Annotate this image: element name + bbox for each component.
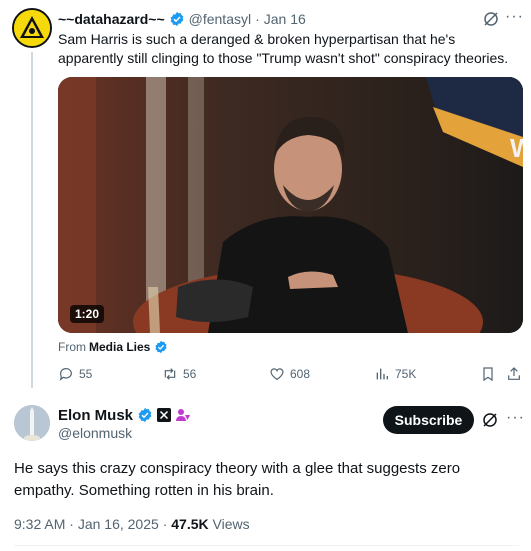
share-icon	[508, 367, 520, 380]
share-button[interactable]	[506, 366, 522, 382]
original-post-text: Sam Harris is such a deranged & broken h…	[58, 31, 509, 66]
bookmark-button[interactable]	[480, 366, 496, 382]
reply-count: 55	[79, 367, 93, 381]
like-button[interactable]: 608	[269, 366, 310, 382]
video-player[interactable]: W	[58, 77, 523, 333]
views-button[interactable]: 75K	[374, 366, 416, 382]
verified-badge-icon	[170, 12, 183, 26]
heart-icon	[270, 368, 284, 381]
repost-icon	[164, 368, 176, 380]
divider	[14, 545, 519, 546]
more-options-icon[interactable]: ···	[505, 8, 524, 26]
separator-dot: ·	[69, 516, 78, 532]
reply-icon	[59, 368, 72, 381]
repost-count: 56	[183, 367, 197, 381]
more-options-icon[interactable]: ···	[506, 409, 525, 427]
views-total: 47.5K	[171, 516, 209, 532]
grok-icon[interactable]	[481, 411, 499, 429]
source-attribution[interactable]: From Media Lies	[58, 340, 172, 354]
views-label: Views	[212, 516, 250, 532]
x-affiliation-icon[interactable]	[157, 408, 172, 422]
author-name[interactable]: ~~datahazard~~	[58, 11, 165, 27]
post-metadata: 9:32 AM · Jan 16, 2025 · 47.5K Views	[14, 516, 250, 532]
post-action-bar: 55 56 608 75K	[58, 366, 528, 386]
author-handle[interactable]: @fentasyl	[189, 11, 251, 27]
main-author-handle[interactable]: @elonmusk	[58, 425, 132, 441]
thread-connector-line	[31, 52, 33, 388]
video-thumbnail: W	[58, 77, 523, 333]
post-date[interactable]: Jan 16	[264, 11, 306, 27]
original-post[interactable]: ~~datahazard~~ @fentasyl · Jan 16 ··· Sa…	[0, 0, 531, 398]
separator-dot: ·	[162, 516, 172, 532]
verified-badge-icon	[138, 408, 152, 422]
grok-icon[interactable]	[482, 10, 500, 28]
main-author-name[interactable]: Elon Musk	[58, 407, 133, 424]
views-count: 75K	[395, 367, 417, 381]
government-badge-icon	[176, 409, 191, 421]
like-count: 608	[290, 367, 311, 381]
video-duration-badge: 1:20	[70, 305, 105, 323]
source-verified-badge-icon	[155, 340, 167, 354]
reply-button[interactable]: 55	[58, 366, 92, 382]
views-chart-icon	[376, 368, 388, 380]
datahazard-avatar[interactable]	[12, 8, 52, 48]
elon-avatar[interactable]	[14, 405, 50, 441]
from-label: From	[58, 340, 86, 354]
main-post-header: Elon Musk	[58, 405, 191, 425]
separator-dot: ·	[255, 11, 260, 27]
hazard-logo-icon	[14, 10, 50, 46]
post-time[interactable]: 9:32 AM	[14, 516, 65, 532]
repost-button[interactable]: 56	[162, 366, 196, 382]
source-name[interactable]: Media Lies	[89, 340, 150, 354]
main-post-text: He says this crazy conspiracy theory wit…	[14, 460, 461, 499]
rocket-avatar-icon	[14, 405, 50, 441]
subscribe-button[interactable]: Subscribe	[383, 406, 474, 434]
original-post-header: ~~datahazard~~ @fentasyl · Jan 16	[58, 9, 306, 29]
background-sign-text: W	[510, 133, 523, 163]
post-full-date[interactable]: Jan 16, 2025	[78, 516, 159, 532]
bookmark-icon	[483, 367, 493, 382]
